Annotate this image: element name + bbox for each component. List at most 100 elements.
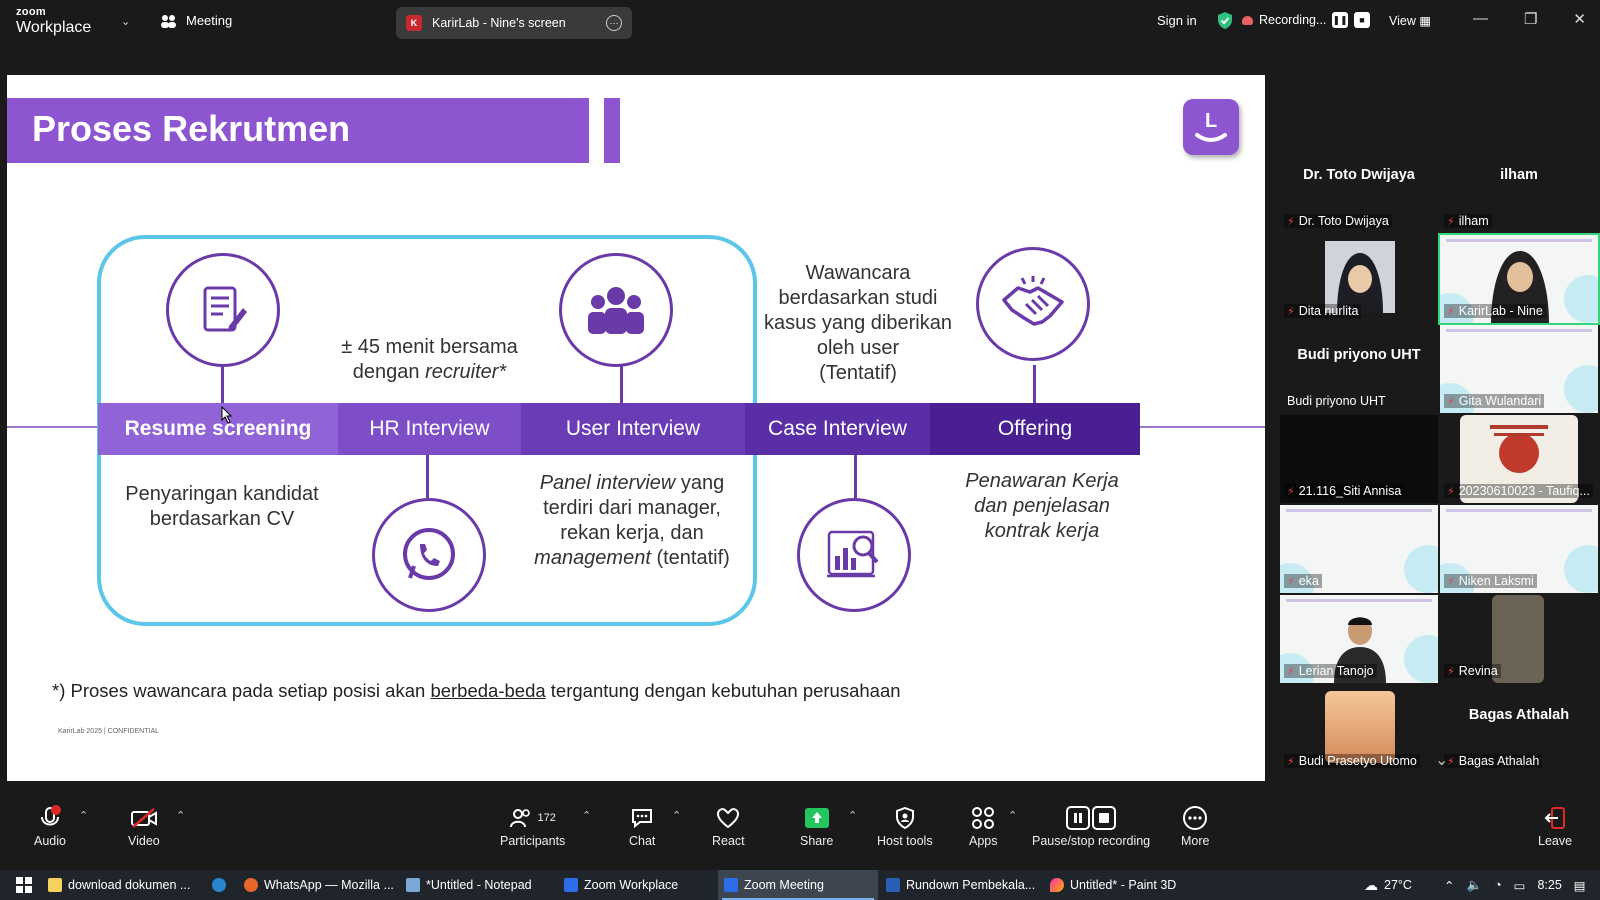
taskbar-item[interactable]: Rundown Pembekala... [880, 870, 1041, 900]
participants-button[interactable]: 172 Participants [500, 805, 565, 848]
participant-tile[interactable]: ⚡ eka [1280, 505, 1438, 593]
pause-icon[interactable]: ❚❚ [1332, 12, 1348, 28]
participant-label: ⚡ Lerian Tanojo [1284, 664, 1377, 678]
connector [1033, 365, 1036, 403]
participant-tile[interactable]: ⚡ Dita nurlita [1280, 235, 1438, 323]
share-button[interactable]: Share [800, 805, 833, 848]
chevron-down-icon[interactable]: ⌄ [121, 15, 130, 28]
speaker-icon[interactable]: 🔈 [1466, 878, 1482, 893]
participant-label: ⚡ Niken Laksmi [1444, 574, 1537, 588]
taskbar-item-label: Untitled* - Paint 3D [1070, 878, 1177, 892]
shared-slide: Proses Rekrutmen L Resume screening HR I… [7, 75, 1265, 781]
document-edit-icon [166, 253, 280, 367]
participant-tile[interactable]: Dr. Toto Dwijaya ⚡ Dr. Toto Dwijaya [1280, 145, 1438, 233]
participant-tile[interactable]: ⚡ Revina [1440, 595, 1598, 683]
participant-tile-active-speaker[interactable]: ⚡ KarirLab - Nine [1438, 233, 1600, 325]
taskbar-item[interactable]: Untitled* - Paint 3D [1044, 870, 1182, 900]
react-button[interactable]: React [712, 805, 745, 848]
taskbar-item-label: *Untitled - Notepad [426, 878, 532, 892]
chevron-up-icon[interactable]: ⌃ [1444, 878, 1454, 893]
participant-label-text: Revina [1458, 664, 1498, 678]
more-button[interactable]: More [1181, 805, 1209, 848]
participant-tile[interactable]: ilham ⚡ ilham [1440, 145, 1598, 233]
notification-icon[interactable]: ▤ [1574, 878, 1586, 893]
battery-icon[interactable]: ▭ [1514, 878, 1526, 893]
cloud-icon: ☁ [1364, 876, 1378, 893]
sign-in-button[interactable]: Sign in [1157, 13, 1197, 28]
participant-label-text: Niken Laksmi [1458, 574, 1534, 588]
participant-tile[interactable]: ⚡ Gita Wulandari [1440, 325, 1598, 413]
pause-stop-recording-button[interactable]: Pause/stop recording [1032, 805, 1150, 848]
host-tools-button[interactable]: Host tools [877, 805, 933, 848]
react-label: React [712, 834, 745, 848]
participants-count: 172 [537, 812, 556, 824]
muted-mic-icon: ⚡ [1287, 575, 1295, 588]
participant-tile[interactable]: ⚡ Budi Prasetyo Utomo [1280, 685, 1438, 773]
close-icon[interactable]: ✕ [1573, 10, 1586, 28]
participant-label: Budi priyono UHT [1284, 394, 1389, 408]
taskbar-item[interactable]: Zoom Workplace [558, 870, 684, 900]
desc-line: (Tentatif) [819, 362, 897, 384]
meeting-label: Meeting [186, 13, 233, 28]
screen-share-indicator[interactable]: K KarirLab - Nine's screen ··· [396, 7, 632, 39]
participants-label: Participants [500, 834, 566, 848]
video-off-icon [130, 805, 158, 831]
participant-tile[interactable]: ⚡ 20230610023 - Taufiq... [1440, 415, 1598, 503]
more-options-icon[interactable]: ··· [606, 15, 622, 31]
chevron-down-icon[interactable]: ⌄ [1435, 750, 1448, 770]
audio-button[interactable]: Audio [34, 805, 66, 848]
step-user-interview: User Interview [521, 403, 745, 455]
participant-tile[interactable]: ⚡ Lerian Tanojo [1280, 595, 1438, 683]
desc-line: ± 45 menit bersama [341, 336, 518, 358]
participant-label-text: Gita Wulandari [1458, 394, 1542, 408]
participant-tile[interactable]: Bagas Athalah ⚡ Bagas Athalah [1440, 685, 1598, 773]
participant-label-text: eka [1298, 574, 1319, 588]
share-label: Share [800, 834, 834, 848]
meeting-menu-button[interactable]: Meeting [160, 13, 232, 28]
wifi-icon[interactable]: ◔ [1494, 878, 1502, 892]
muted-mic-icon: ⚡ [1447, 305, 1455, 318]
desc-line: rekan kerja, dan [560, 522, 704, 544]
participant-tile[interactable]: Budi priyono UHT Budi priyono UHT [1280, 325, 1438, 413]
video-button[interactable]: Video [128, 805, 160, 848]
audio-label: Audio [34, 834, 66, 848]
chevron-up-icon[interactable]: ⌃ [1008, 809, 1017, 822]
chat-button[interactable]: Chat [629, 805, 655, 848]
taskbar-item[interactable] [206, 870, 232, 900]
step-case-interview: Case Interview [745, 403, 930, 455]
leave-button[interactable]: Leave [1538, 805, 1572, 848]
shield-check-icon[interactable] [1216, 11, 1234, 30]
desc-line: Panel interview yang [512, 471, 752, 496]
chevron-up-icon[interactable]: ⌃ [672, 809, 681, 822]
chevron-up-icon[interactable]: ⌃ [176, 809, 185, 822]
participant-label-text: KarirLab - Nine [1458, 304, 1543, 318]
clock[interactable]: 8:25 [1537, 878, 1561, 892]
recording-indicator[interactable]: Recording... [1242, 13, 1326, 27]
view-button[interactable]: View ▦ [1389, 13, 1431, 28]
apps-button[interactable]: Apps [969, 805, 998, 848]
taskbar-item[interactable]: download dokumen ... [42, 870, 196, 900]
desc-line: terdiri dari manager, [543, 497, 721, 519]
taskbar-item-label: download dokumen ... [68, 878, 191, 892]
taskbar-item[interactable]: *Untitled - Notepad [400, 870, 538, 900]
weather-widget[interactable]: ☁ 27°C [1358, 870, 1418, 900]
title-accent-bar [604, 98, 620, 163]
restore-icon[interactable]: ❐ [1524, 10, 1537, 28]
windows-taskbar: download dokumen ... WhatsApp — Mozilla … [0, 870, 1600, 900]
host-tools-label: Host tools [877, 834, 933, 848]
taskbar-item[interactable]: WhatsApp — Mozilla ... [238, 870, 400, 900]
footnote-emphasis: berbeda-beda [430, 680, 546, 701]
chevron-up-icon[interactable]: ⌃ [848, 809, 857, 822]
participant-tile[interactable]: ⚡ 21.116_Siti Annisa [1280, 415, 1438, 503]
taskbar-item-active[interactable]: Zoom Meeting [718, 870, 878, 900]
stop-icon[interactable]: ■ [1354, 12, 1370, 28]
desc-hr: ± 45 menit bersama dengan recruiter* [317, 335, 542, 385]
participant-tile[interactable]: ⚡ Niken Laksmi [1440, 505, 1598, 593]
chevron-up-icon[interactable]: ⌃ [582, 809, 591, 822]
word-icon [886, 878, 900, 892]
minimize-icon[interactable]: — [1473, 10, 1488, 28]
zoom-icon [724, 878, 738, 892]
start-button[interactable] [10, 870, 38, 900]
chevron-up-icon[interactable]: ⌃ [79, 809, 88, 822]
participant-label-text: Dr. Toto Dwijaya [1298, 214, 1389, 228]
